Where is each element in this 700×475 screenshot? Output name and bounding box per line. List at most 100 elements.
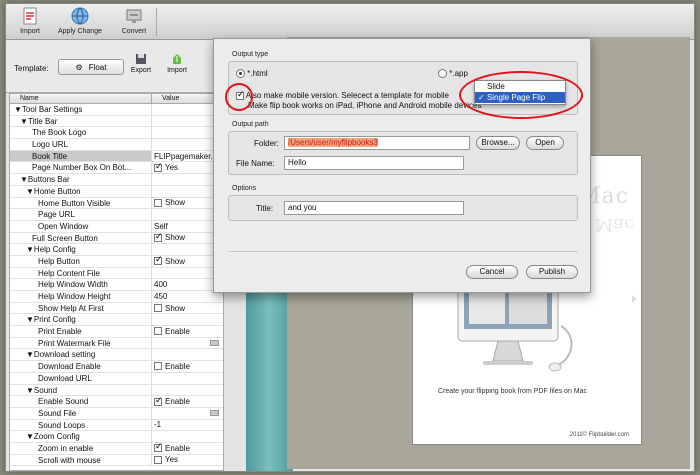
property-checkbox[interactable] bbox=[154, 362, 162, 371]
property-value[interactable] bbox=[152, 338, 223, 349]
property-value[interactable]: Enable bbox=[152, 361, 223, 372]
table-row[interactable]: Logo URL bbox=[10, 139, 223, 151]
property-value[interactable]: -1 bbox=[152, 420, 223, 431]
folder-icon[interactable] bbox=[210, 340, 219, 347]
table-row[interactable]: Print Enable Enable bbox=[10, 326, 223, 338]
book-description: Create your flipping book from PDF files… bbox=[438, 388, 588, 395]
import-template-button[interactable]: Import bbox=[162, 53, 192, 74]
browse-button[interactable]: Browse... bbox=[476, 136, 520, 150]
table-row[interactable]: Book Title FLIPpagemaker.com bbox=[10, 150, 223, 163]
property-checkbox[interactable] bbox=[154, 162, 163, 172]
import-pdf-button[interactable]: Import bbox=[14, 6, 46, 38]
property-checkbox[interactable] bbox=[154, 327, 162, 336]
import-icon bbox=[173, 54, 181, 64]
table-row[interactable]: ▼Zoom Config bbox=[10, 431, 223, 443]
table-row[interactable]: Page URL bbox=[10, 209, 223, 221]
settings-property-grid[interactable]: Name Value ▼Tool Bar Settings ▼Title Bar T… bbox=[9, 93, 224, 471]
publish-button[interactable]: Publish bbox=[526, 265, 578, 279]
table-row[interactable]: Enable Sound Enable bbox=[10, 396, 223, 408]
title-input[interactable]: and you bbox=[284, 201, 464, 215]
property-checkbox[interactable] bbox=[154, 396, 163, 406]
table-row[interactable]: Help Button Show bbox=[10, 255, 223, 268]
property-name: Open Window bbox=[10, 220, 152, 232]
property-value[interactable] bbox=[152, 349, 223, 360]
property-checkbox[interactable] bbox=[154, 443, 163, 453]
app-radio[interactable] bbox=[438, 69, 447, 79]
property-value[interactable]: Enable bbox=[152, 443, 223, 454]
property-name: Help Window Width bbox=[10, 279, 152, 290]
table-row[interactable]: Open Window Self bbox=[10, 220, 223, 233]
convert-button[interactable]: Convert bbox=[114, 6, 154, 38]
property-checkbox[interactable] bbox=[154, 198, 162, 207]
property-name: The Book Logo bbox=[10, 127, 152, 139]
table-row[interactable]: Help Window Height 450 bbox=[10, 291, 223, 303]
name-column-header[interactable]: Name bbox=[10, 94, 152, 103]
property-checkbox[interactable] bbox=[154, 256, 163, 266]
table-row[interactable]: Full Screen Button Show bbox=[10, 232, 223, 245]
table-row[interactable]: ▼Buttons Bar bbox=[10, 174, 223, 186]
table-row[interactable]: Sound File bbox=[10, 407, 223, 420]
property-value[interactable]: Enable bbox=[152, 396, 223, 407]
property-value[interactable] bbox=[152, 431, 223, 442]
property-value[interactable]: Enable bbox=[152, 326, 223, 337]
folder-path-input[interactable]: /Users/user/myflipbooks3 bbox=[284, 136, 470, 150]
property-checkbox[interactable] bbox=[154, 455, 162, 464]
open-button[interactable]: Open bbox=[526, 136, 564, 150]
property-value-text: Enable bbox=[165, 397, 190, 407]
table-row[interactable]: Scroll with mouse Yes bbox=[10, 454, 223, 467]
table-row[interactable]: ▼Print Config bbox=[10, 314, 223, 327]
property-value[interactable] bbox=[152, 314, 223, 325]
property-name: ▼Home Button bbox=[10, 185, 152, 197]
import-label: Import bbox=[20, 28, 40, 35]
mobile-version-text: Also make mobile version. Selecect a tem… bbox=[245, 91, 449, 100]
html-radio-option[interactable]: *.html bbox=[236, 69, 268, 79]
property-value[interactable]: Yes bbox=[152, 455, 223, 466]
cancel-button[interactable]: Cancel bbox=[466, 265, 518, 279]
next-page-arrow-icon[interactable] bbox=[632, 295, 637, 303]
property-checkbox[interactable] bbox=[154, 304, 162, 313]
property-name: Print Watermark File bbox=[10, 337, 152, 349]
table-row[interactable]: Help Window Width 400 bbox=[10, 279, 223, 291]
apply-change-button[interactable]: Apply Change bbox=[54, 6, 106, 38]
property-name: Print Enable bbox=[10, 326, 152, 337]
table-row[interactable]: ▼Tool Bar Settings bbox=[10, 104, 223, 116]
property-value-text: Enable bbox=[165, 326, 190, 336]
table-row[interactable]: ▼Help Config bbox=[10, 244, 223, 256]
mobile-version-option[interactable]: Also make mobile version. Selecect a tem… bbox=[236, 89, 481, 111]
table-row[interactable]: Show Help At First Show bbox=[10, 302, 223, 315]
table-row[interactable]: Print Watermark File bbox=[10, 337, 223, 350]
title-label: Title: bbox=[256, 204, 274, 213]
property-name: Logo URL bbox=[10, 139, 152, 150]
filename-label: File Name: bbox=[236, 159, 275, 168]
property-value-text: Show bbox=[165, 233, 186, 243]
table-row[interactable]: Help Content File bbox=[10, 267, 223, 280]
property-value[interactable] bbox=[152, 385, 223, 396]
property-name: Help Content File bbox=[10, 267, 152, 279]
property-value[interactable] bbox=[152, 408, 223, 419]
filename-input[interactable]: Hello bbox=[284, 156, 464, 170]
table-row[interactable]: ▼Sound bbox=[10, 384, 223, 397]
table-row[interactable]: Zoom in enable Enable bbox=[10, 442, 223, 455]
folder-icon[interactable] bbox=[210, 410, 219, 417]
template-select-button[interactable]: ⚙ Float bbox=[58, 59, 124, 75]
property-checkbox[interactable] bbox=[154, 233, 163, 242]
html-radio[interactable] bbox=[236, 69, 245, 79]
table-row[interactable]: ▼Home Button bbox=[10, 185, 223, 198]
table-row[interactable]: Download Enable Enable bbox=[10, 361, 223, 373]
value-column-header[interactable]: Value bbox=[152, 94, 179, 103]
table-row[interactable]: ▼Title Bar bbox=[10, 115, 223, 128]
property-value-text: Enable bbox=[165, 361, 190, 371]
property-value[interactable] bbox=[152, 373, 223, 384]
table-row[interactable]: Download URL bbox=[10, 372, 223, 385]
property-name: Zoom in enable bbox=[10, 442, 152, 454]
table-row[interactable]: Page Number Box On Bot... Yes bbox=[10, 162, 223, 175]
property-name: ▼Sound bbox=[10, 384, 152, 396]
property-name: Download Enable bbox=[10, 361, 152, 372]
table-row[interactable]: Sound Loops -1 bbox=[10, 419, 223, 432]
table-row[interactable]: Home Button Visible Show bbox=[10, 197, 223, 210]
export-template-button[interactable]: Export bbox=[126, 53, 156, 74]
app-radio-option[interactable]: *.app bbox=[438, 69, 468, 79]
property-value[interactable]: Show bbox=[152, 303, 223, 314]
table-row[interactable]: The Book Logo bbox=[10, 127, 223, 140]
table-row[interactable]: ▼Download setting bbox=[10, 349, 223, 362]
